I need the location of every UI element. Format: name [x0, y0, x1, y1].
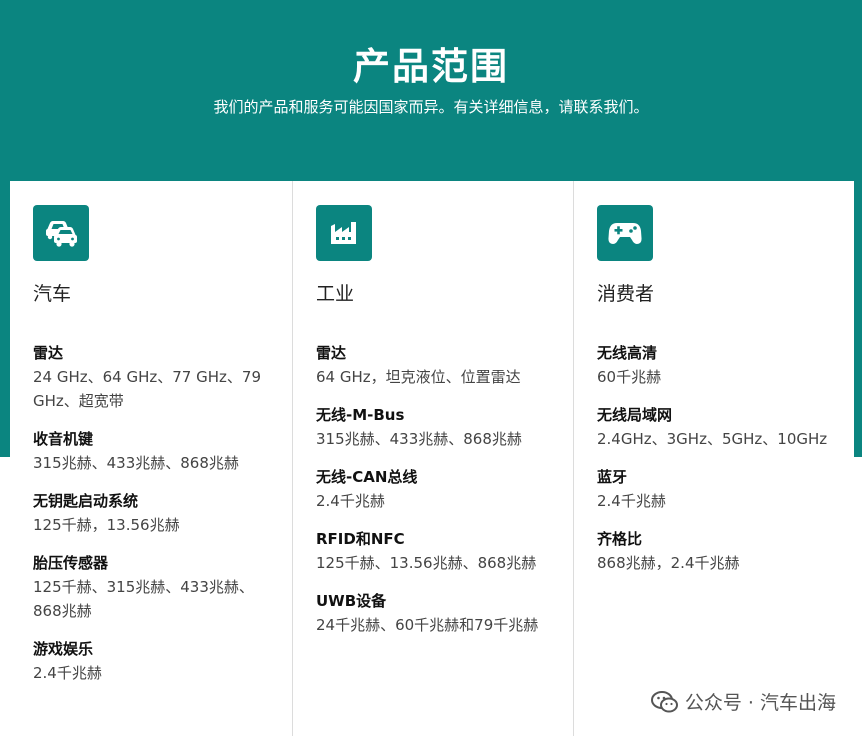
- item-name: 无线-M-Bus: [316, 406, 405, 424]
- product-range-cards: 汽车 雷达 24 GHz、64 GHz、77 GHz、79 GHz、超宽带 收音…: [10, 181, 854, 736]
- list-item: 齐格比 868兆赫，2.4千兆赫: [597, 527, 837, 575]
- item-value: 125千赫，13.56兆赫: [33, 516, 180, 534]
- watermark-right-text: 公众号 · 汽车出海: [684, 692, 836, 714]
- item-value: 125千赫、13.56兆赫、868兆赫: [316, 554, 537, 572]
- item-value: 24 GHz、64 GHz、77 GHz、79 GHz、超宽带: [33, 368, 261, 410]
- item-value: 315兆赫、433兆赫、868兆赫: [33, 454, 239, 472]
- svg-text:C: C: [6, 712, 15, 727]
- page-subtitle: 我们的产品和服务可能因国家而异。有关详细信息，请联系我们。: [213, 98, 649, 116]
- item-value: 868兆赫，2.4千兆赫: [597, 554, 740, 572]
- item-name: 胎压传感器: [33, 554, 109, 572]
- item-list-automotive: 雷达 24 GHz、64 GHz、77 GHz、79 GHz、超宽带 收音机键 …: [33, 341, 273, 699]
- item-name: 雷达: [316, 344, 347, 362]
- list-item: 收音机键 315兆赫、433兆赫、868兆赫: [33, 427, 273, 475]
- item-value: 60千兆赫: [597, 368, 662, 386]
- item-value: 2.4千兆赫: [597, 492, 666, 510]
- list-item: 蓝牙 2.4千兆赫: [597, 465, 837, 513]
- list-item: 无线高清 60千兆赫: [597, 341, 837, 389]
- item-value: 315兆赫、433兆赫、868兆赫: [316, 430, 522, 448]
- item-value: 2.4千兆赫: [316, 492, 385, 510]
- item-name: 蓝牙: [597, 468, 628, 486]
- cars-icon: [33, 205, 89, 261]
- item-name: 无线高清: [597, 344, 658, 362]
- card-title-industrial: 工业: [316, 283, 355, 305]
- watermark-logo-icon: C: [6, 710, 35, 727]
- list-item: 雷达 24 GHz、64 GHz、77 GHz、79 GHz、超宽带: [33, 341, 273, 413]
- list-item: 胎压传感器 125千赫、315兆赫、433兆赫、868兆赫: [33, 551, 273, 623]
- item-value: 125千赫、315兆赫、433兆赫、868兆赫: [33, 578, 254, 620]
- item-name: 无钥匙启动系统: [33, 492, 139, 510]
- item-value: 2.4千兆赫: [33, 664, 102, 682]
- list-item: 游戏娱乐 2.4千兆赫: [33, 637, 273, 685]
- list-item: 无线-M-Bus 315兆赫、433兆赫、868兆赫: [316, 403, 556, 451]
- list-item: 雷达 64 GHz，坦克液位、位置雷达: [316, 341, 556, 389]
- list-item: 无钥匙启动系统 125千赫，13.56兆赫: [33, 489, 273, 537]
- watermark-left: C 大数跨境: [6, 708, 90, 727]
- item-name: 齐格比: [597, 530, 643, 548]
- page-title: 产品范围: [353, 45, 509, 88]
- item-name: RFID和NFC: [316, 530, 405, 548]
- list-item: UWB设备 24千兆赫、60千兆赫和79千兆赫: [316, 589, 556, 637]
- item-list-industrial: 雷达 64 GHz，坦克液位、位置雷达 无线-M-Bus 315兆赫、433兆赫…: [316, 341, 556, 651]
- watermark-right: 公众号 · 汽车出海: [650, 688, 836, 715]
- item-name: UWB设备: [316, 592, 387, 610]
- item-name: 无线-CAN总线: [316, 468, 418, 486]
- item-value: 2.4GHz、3GHz、5GHz、10GHz: [597, 430, 828, 448]
- wechat-icon: [650, 690, 678, 712]
- card-consumer: 消费者 无线高清 60千兆赫 无线局域网 2.4GHz、3GHz、5GHz、10…: [573, 181, 854, 736]
- gamepad-icon: [597, 205, 653, 261]
- item-value: 24千兆赫、60千兆赫和79千兆赫: [316, 616, 539, 634]
- item-name: 雷达: [33, 344, 64, 362]
- list-item: 无线局域网 2.4GHz、3GHz、5GHz、10GHz: [597, 403, 837, 451]
- card-industrial: 工业 雷达 64 GHz，坦克液位、位置雷达 无线-M-Bus 315兆赫、43…: [292, 181, 573, 736]
- watermark-left-text: 大数跨境: [38, 712, 91, 727]
- item-list-consumer: 无线高清 60千兆赫 无线局域网 2.4GHz、3GHz、5GHz、10GHz …: [597, 341, 837, 589]
- factory-icon: [316, 205, 372, 261]
- card-automotive: 汽车 雷达 24 GHz、64 GHz、77 GHz、79 GHz、超宽带 收音…: [10, 181, 292, 736]
- card-title-consumer: 消费者: [597, 283, 655, 305]
- list-item: RFID和NFC 125千赫、13.56兆赫、868兆赫: [316, 527, 556, 575]
- item-value: 64 GHz，坦克液位、位置雷达: [316, 368, 521, 386]
- item-name: 游戏娱乐: [33, 640, 94, 658]
- card-title-automotive: 汽车: [33, 283, 72, 305]
- item-name: 无线局域网: [597, 406, 673, 424]
- item-name: 收音机键: [33, 430, 94, 448]
- list-item: 无线-CAN总线 2.4千兆赫: [316, 465, 556, 513]
